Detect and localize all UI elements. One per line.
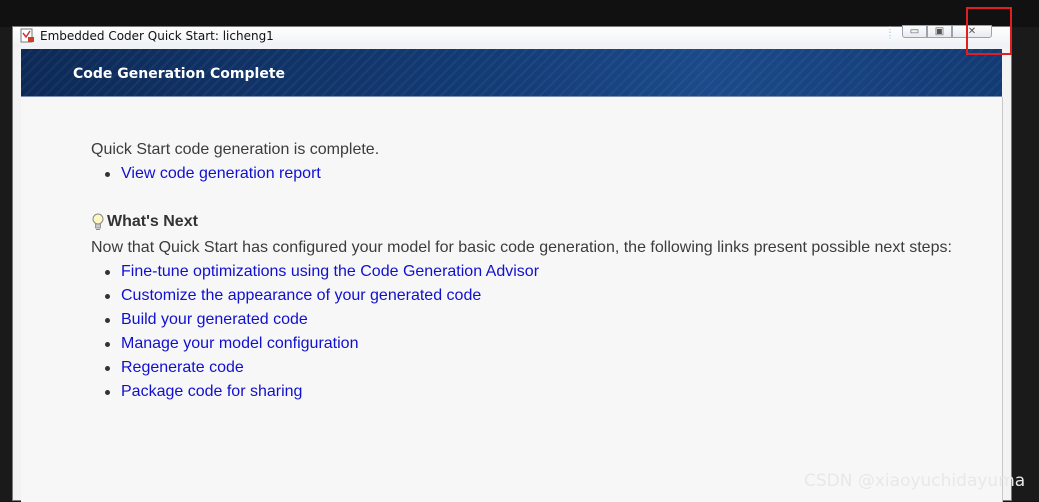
bullet-icon	[105, 172, 110, 177]
bullet-icon	[105, 294, 110, 299]
window-titlebar[interactable]: Embedded Coder Quick Start: licheng1 ⋮ ⋮ …	[13, 25, 1011, 47]
minimize-icon: ▭	[909, 26, 920, 37]
maximize-icon: ▣	[934, 26, 945, 37]
link-package-code[interactable]: Package code for sharing	[121, 383, 302, 401]
desktop-right-edge	[1012, 27, 1039, 501]
whats-next-heading: What's Next	[91, 213, 198, 231]
bullet-icon	[105, 342, 110, 347]
content-pane: Quick Start code generation is complete.…	[21, 97, 1003, 502]
watermark: CSDN @xiaoyuchidayuma	[804, 471, 1026, 491]
bullet-icon	[105, 366, 110, 371]
close-button-highlight	[966, 7, 1012, 55]
quick-start-window: Embedded Coder Quick Start: licheng1 ⋮ ⋮ …	[12, 25, 1012, 502]
maximize-button[interactable]: ▣	[927, 25, 952, 38]
bullet-icon	[105, 318, 110, 323]
header-banner: Code Generation Complete	[21, 49, 1002, 97]
lightbulb-icon	[92, 213, 104, 230]
minimize-button[interactable]: ▭	[902, 25, 927, 38]
titlebar-dots: ⋮ ⋮	[886, 25, 895, 40]
bullet-icon	[105, 270, 110, 275]
whats-next-label: What's Next	[107, 213, 198, 230]
desktop-left-edge	[0, 27, 12, 501]
link-customize-appearance[interactable]: Customize the appearance of your generat…	[121, 287, 481, 305]
desktop-top-strip	[0, 0, 1039, 27]
link-code-generation-advisor[interactable]: Fine-tune optimizations using the Code G…	[121, 263, 539, 281]
whats-next-intro: Now that Quick Start has configured your…	[91, 239, 952, 256]
link-manage-configuration[interactable]: Manage your model configuration	[121, 335, 358, 353]
view-report-link[interactable]: View code generation report	[121, 165, 321, 183]
window-title: Embedded Coder Quick Start: licheng1	[40, 29, 274, 43]
banner-title: Code Generation Complete	[73, 66, 286, 82]
link-build-code[interactable]: Build your generated code	[121, 311, 308, 329]
status-text: Quick Start code generation is complete.	[91, 141, 380, 158]
app-icon	[20, 28, 34, 43]
bullet-icon	[105, 390, 110, 395]
link-regenerate-code[interactable]: Regenerate code	[121, 359, 244, 377]
